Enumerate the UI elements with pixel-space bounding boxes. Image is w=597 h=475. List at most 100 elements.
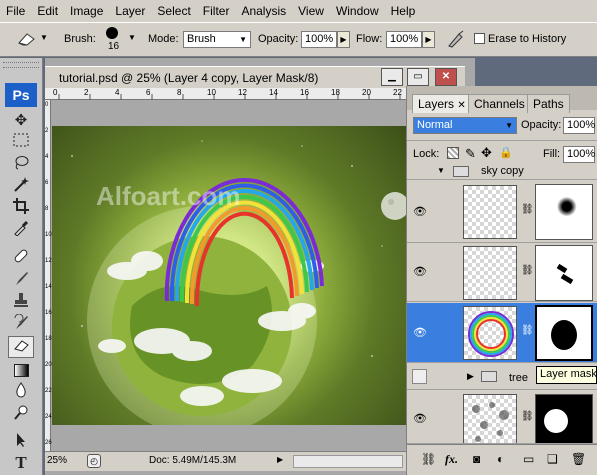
lock-pixels-icon[interactable]: ✎: [465, 146, 476, 162]
status-menu-arrow-icon[interactable]: ▶: [277, 455, 283, 464]
close-tab-icon[interactable]: ✕: [457, 100, 465, 111]
menu-edit[interactable]: Edit: [31, 4, 64, 18]
visibility-toggle-off[interactable]: [412, 369, 427, 384]
layer-thumbnail: [463, 394, 517, 443]
eyedropper-tool-icon[interactable]: [8, 220, 34, 242]
horizontal-scrollbar[interactable]: [293, 455, 403, 468]
photoshop-logo[interactable]: Ps: [5, 83, 37, 107]
lock-transparent-icon[interactable]: [447, 147, 459, 159]
document-title-bar[interactable]: tutorial.psd @ 25% (Layer 4 copy, Layer …: [45, 66, 465, 88]
layer-thumbnail: [463, 246, 517, 300]
lasso-tool-icon[interactable]: [8, 154, 34, 176]
mask-link-icon[interactable]: ⛓: [521, 265, 534, 279]
document-canvas[interactable]: Alfoart.com: [52, 126, 406, 425]
layer-mask-thumbnail[interactable]: [535, 394, 593, 443]
lock-all-icon[interactable]: 🔒: [499, 146, 513, 159]
menu-filter[interactable]: Filter: [197, 4, 236, 18]
healing-brush-tool-icon[interactable]: [8, 248, 34, 270]
new-layer-icon[interactable]: ❑: [547, 452, 558, 466]
mask-link-icon[interactable]: ⛓: [521, 204, 534, 218]
menu-view[interactable]: View: [292, 4, 330, 18]
move-tool-icon[interactable]: ✥: [8, 110, 34, 132]
menu-image[interactable]: Image: [64, 4, 109, 18]
minimize-button[interactable]: ▁: [381, 68, 403, 86]
menu-window[interactable]: Window: [330, 4, 385, 18]
eraser-tool-preset-icon[interactable]: [16, 31, 38, 47]
ruler-left-label: 6: [45, 180, 49, 186]
menu-select[interactable]: Select: [151, 4, 196, 18]
history-brush-tool-icon[interactable]: [8, 313, 34, 336]
layer-mask-thumbnail-active[interactable]: [535, 305, 593, 361]
type-tool-icon[interactable]: T: [8, 452, 34, 474]
menu-help[interactable]: Help: [385, 4, 422, 18]
tab-layers[interactable]: Layers ✕: [412, 94, 472, 113]
erase-history-label: Erase to History: [488, 33, 567, 45]
ruler-top-label: 2: [84, 88, 89, 97]
ruler-left-label: 12: [45, 258, 52, 264]
mode-select[interactable]: Brush ▼: [183, 31, 251, 48]
close-button[interactable]: ✕: [435, 68, 457, 86]
magic-wand-tool-icon[interactable]: [8, 176, 34, 198]
layer-row-selected[interactable]: 👁 ⛓: [407, 303, 597, 363]
brush-picker-arrow-icon[interactable]: ▼: [128, 33, 136, 42]
brush-preview-dot-icon[interactable]: [106, 27, 118, 39]
layer-mask-thumbnail[interactable]: [535, 184, 593, 240]
eye-visibility-icon[interactable]: 👁: [411, 411, 429, 427]
flow-slider-arrow-icon[interactable]: ▶: [422, 31, 435, 48]
zoom-level[interactable]: 25%: [47, 455, 67, 466]
layer-row[interactable]: 👁 ⛓: [407, 181, 597, 243]
mask-link-icon[interactable]: ⛓: [521, 325, 534, 339]
erase-history-checkbox[interactable]: [474, 33, 485, 44]
zoom-icon[interactable]: ◴: [87, 454, 101, 468]
eye-visibility-icon[interactable]: 👁: [411, 264, 429, 280]
eye-visibility-icon[interactable]: 👁: [411, 204, 429, 220]
fill-input[interactable]: 100%: [563, 146, 595, 163]
link-layers-icon[interactable]: ⛓: [421, 452, 436, 466]
opacity-slider-arrow-icon[interactable]: ▶: [337, 31, 350, 48]
layer-style-fx-icon[interactable]: fx.: [445, 452, 458, 467]
mask-link-icon[interactable]: ⛓: [521, 411, 534, 425]
menu-file[interactable]: File: [0, 4, 31, 18]
tool-preset-arrow-icon[interactable]: ▼: [40, 33, 48, 42]
toolbox-grip[interactable]: [3, 62, 39, 68]
tab-paths[interactable]: Paths: [527, 94, 570, 113]
mode-label: Mode:: [148, 33, 179, 45]
clone-stamp-tool-icon[interactable]: [8, 292, 34, 314]
opacity-input[interactable]: 100%: [301, 31, 337, 48]
tooltip: Layer mask: [536, 366, 597, 384]
path-selection-tool-icon[interactable]: [8, 432, 34, 454]
marquee-tool-icon[interactable]: [8, 132, 34, 154]
lock-position-icon[interactable]: ✥: [481, 145, 492, 161]
layer-row[interactable]: 👁 ⛓: [407, 391, 597, 444]
mode-value: Brush: [187, 33, 216, 45]
menu-analysis[interactable]: Analysis: [235, 4, 292, 18]
maximize-button[interactable]: ▭: [407, 68, 429, 86]
blend-mode-select[interactable]: Normal ▼: [413, 117, 517, 134]
ruler-left-label: 22: [45, 388, 52, 394]
flow-input[interactable]: 100%: [386, 31, 422, 48]
layer-opacity-input[interactable]: 100%: [563, 117, 595, 134]
layer-group-sky-copy[interactable]: ▼ sky copy: [407, 166, 597, 180]
brush-size: 16: [108, 41, 120, 52]
layer-mask-thumbnail[interactable]: [535, 245, 593, 301]
blur-tool-icon[interactable]: [8, 382, 34, 404]
eraser-tool-icon[interactable]: [8, 336, 34, 358]
tab-channels[interactable]: Channels: [468, 94, 531, 113]
airbrush-icon[interactable]: [446, 29, 466, 49]
crop-tool-icon[interactable]: [8, 198, 34, 220]
group-collapse-icon[interactable]: ▼: [437, 166, 445, 175]
new-group-icon[interactable]: ▭: [523, 452, 534, 466]
add-mask-icon[interactable]: ◙: [473, 452, 480, 466]
menu-layer[interactable]: Layer: [109, 4, 151, 18]
adjustment-layer-icon[interactable]: ◐: [497, 452, 504, 466]
chevron-down-icon: ▼: [239, 35, 247, 44]
gradient-tool-icon[interactable]: [8, 360, 34, 382]
trash-icon[interactable]: 🗑: [571, 452, 586, 466]
folder-icon: [453, 166, 469, 177]
ruler-top-label: 12: [238, 88, 247, 97]
dodge-tool-icon[interactable]: [8, 404, 34, 426]
brush-tool-icon[interactable]: [8, 270, 34, 292]
eye-visibility-icon[interactable]: 👁: [411, 325, 429, 341]
layer-row[interactable]: 👁 ⛓: [407, 244, 597, 302]
group-expand-icon[interactable]: ▶: [467, 371, 474, 382]
